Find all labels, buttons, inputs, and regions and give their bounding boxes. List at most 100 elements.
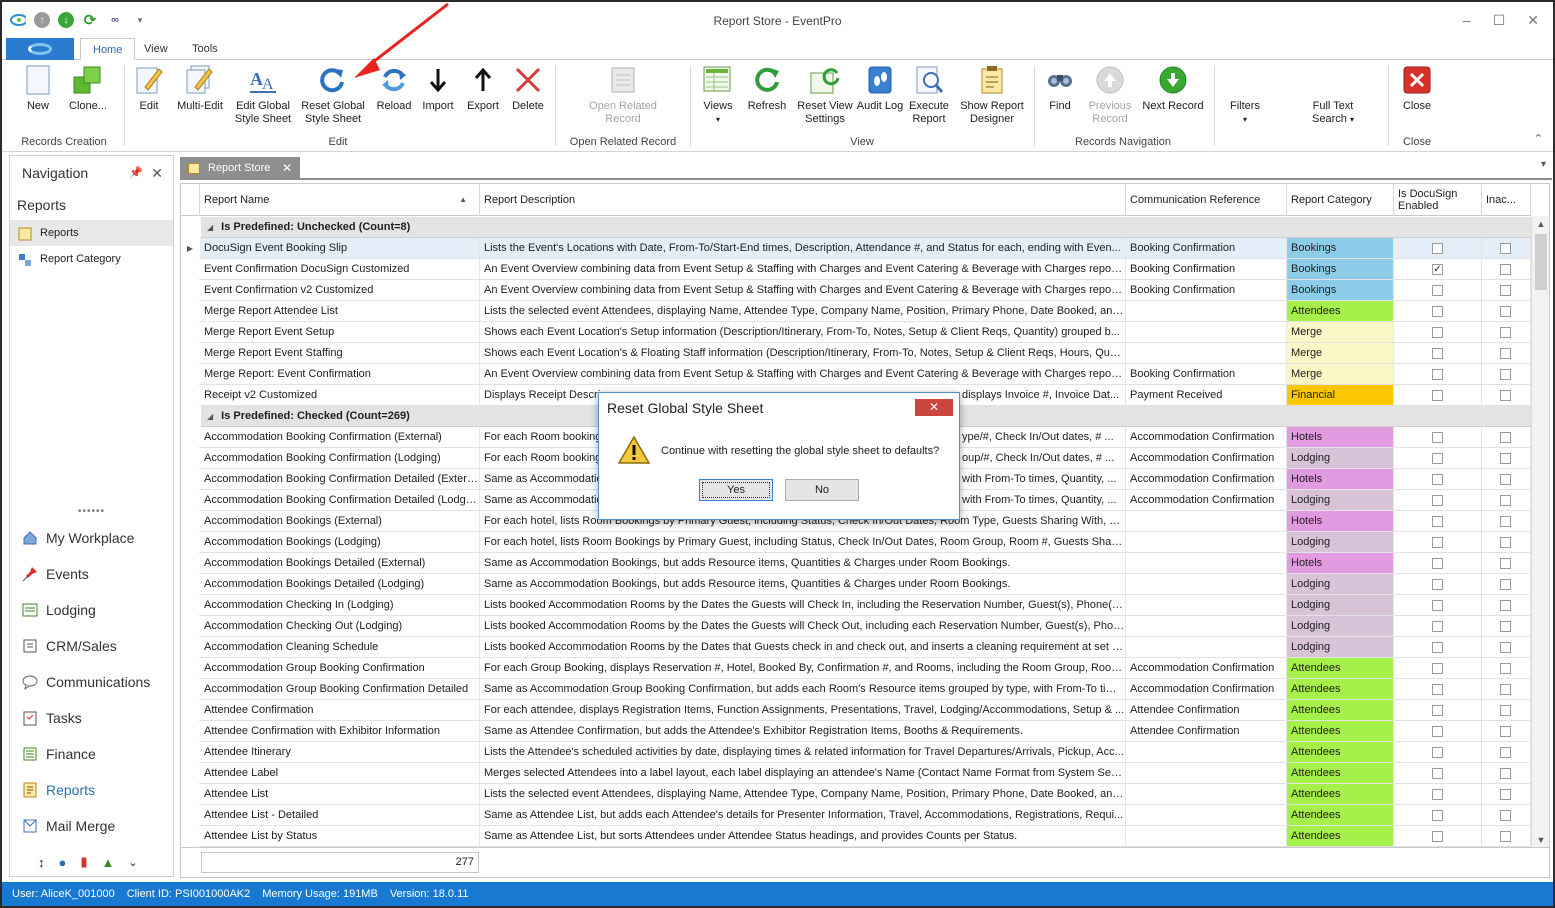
inactive-checkbox[interactable]: [1500, 810, 1511, 821]
docusign-checkbox[interactable]: [1432, 516, 1443, 527]
sort-arrows-icon[interactable]: ↕: [38, 855, 45, 870]
table-row[interactable]: Attendee List by Status Same as Attendee …: [181, 826, 1531, 847]
vertical-scrollbar[interactable]: ▲ ▼: [1531, 216, 1549, 847]
docusign-checkbox[interactable]: [1432, 621, 1443, 632]
docusign-checkbox[interactable]: [1432, 558, 1443, 569]
inactive-checkbox[interactable]: [1500, 264, 1511, 275]
column-communication-reference[interactable]: Communication Reference: [1126, 184, 1287, 216]
table-row[interactable]: ▶ DocuSign Event Booking Slip Lists the Ev…: [181, 238, 1531, 259]
tab-home[interactable]: Home: [80, 38, 136, 60]
table-row[interactable]: Event Confirmation v2 Customized An Event…: [181, 280, 1531, 301]
docusign-checkbox[interactable]: [1432, 642, 1443, 653]
refresh-button[interactable]: Refresh: [737, 64, 797, 113]
table-row[interactable]: Merge Report Event Setup Shows each Event…: [181, 322, 1531, 343]
docusign-checkbox[interactable]: [1432, 810, 1443, 821]
execute-report-button[interactable]: Execute Report: [899, 64, 959, 126]
clone-button[interactable]: Clone...: [58, 64, 118, 113]
show-report-designer-button[interactable]: Show Report Designer: [957, 64, 1027, 126]
docusign-checkbox[interactable]: [1432, 684, 1443, 695]
docusign-checkbox[interactable]: [1432, 747, 1443, 758]
no-button[interactable]: No: [785, 479, 859, 501]
close-button[interactable]: Close: [1387, 64, 1447, 113]
docusign-checkbox[interactable]: [1432, 453, 1443, 464]
docusign-checkbox[interactable]: [1432, 537, 1443, 548]
inactive-checkbox[interactable]: [1500, 390, 1511, 401]
module-lodging[interactable]: Lodging: [10, 592, 173, 628]
column-report-category[interactable]: Report Category: [1287, 184, 1394, 216]
inactive-checkbox[interactable]: [1500, 369, 1511, 380]
inactive-checkbox[interactable]: [1500, 600, 1511, 611]
inactive-checkbox[interactable]: [1500, 705, 1511, 716]
docusign-checkbox[interactable]: [1432, 327, 1443, 338]
inactive-checkbox[interactable]: [1500, 621, 1511, 632]
collapse-group-icon[interactable]: ◢: [207, 223, 213, 232]
inactive-checkbox[interactable]: [1500, 432, 1511, 443]
reset-global-style-sheet-button[interactable]: Reset Global Style Sheet: [298, 64, 368, 126]
scroll-down-icon[interactable]: ▼: [1532, 832, 1549, 847]
nav-item-report-category[interactable]: Report Category: [10, 246, 173, 272]
table-row[interactable]: Attendee Confirmation with Exhibitor Inf…: [181, 721, 1531, 742]
module-reports[interactable]: Reports: [10, 772, 173, 808]
filters-button[interactable]: Filters ▾: [1215, 100, 1275, 126]
module-tasks[interactable]: Tasks: [10, 700, 173, 736]
minimize-icon[interactable]: –: [1463, 12, 1471, 29]
edit-global-style-sheet-button[interactable]: AA Edit Global Style Sheet: [228, 64, 298, 126]
column-is-docusign-enabled[interactable]: Is DocuSign Enabled: [1394, 184, 1482, 216]
table-row[interactable]: Accommodation Checking Out (Lodging) List…: [181, 616, 1531, 637]
table-row[interactable]: Attendee Itinerary Lists the Attendee's s…: [181, 742, 1531, 763]
previous-record-button[interactable]: Previous Record: [1080, 64, 1140, 126]
docusign-checkbox[interactable]: [1432, 474, 1443, 485]
docusign-checkbox[interactable]: [1432, 432, 1443, 443]
inactive-checkbox[interactable]: [1500, 495, 1511, 506]
module-events[interactable]: Events: [10, 556, 173, 592]
docusign-checkbox[interactable]: [1432, 726, 1443, 737]
inactive-checkbox[interactable]: [1500, 789, 1511, 800]
table-row[interactable]: Accommodation Bookings Detailed (Externa…: [181, 553, 1531, 574]
file-menu-button[interactable]: [6, 38, 74, 60]
scroll-thumb[interactable]: [1535, 234, 1547, 290]
table-row[interactable]: Merge Report Event Staffing Shows each Ev…: [181, 343, 1531, 364]
open-related-record-button[interactable]: Open Related Record: [582, 64, 664, 126]
next-record-button[interactable]: Next Record: [1140, 64, 1206, 113]
table-row[interactable]: Merge Report Attendee List Lists the sele…: [181, 301, 1531, 322]
inactive-checkbox[interactable]: [1500, 579, 1511, 590]
inactive-checkbox[interactable]: [1500, 348, 1511, 359]
close-pane-icon[interactable]: ✕: [151, 156, 163, 190]
inactive-checkbox[interactable]: [1500, 306, 1511, 317]
inactive-checkbox[interactable]: [1500, 474, 1511, 485]
delete-button[interactable]: Delete: [498, 64, 558, 113]
group-row[interactable]: ◢ Is Predefined: Unchecked (Count=8): [201, 217, 1531, 238]
docusign-checkbox[interactable]: [1432, 369, 1443, 380]
docusign-checkbox[interactable]: [1432, 579, 1443, 590]
inactive-checkbox[interactable]: [1500, 768, 1511, 779]
module-my-workplace[interactable]: My Workplace: [10, 520, 173, 556]
collapse-ribbon-icon[interactable]: ⌃: [1534, 132, 1543, 145]
inactive-checkbox[interactable]: [1500, 642, 1511, 653]
inactive-checkbox[interactable]: [1500, 558, 1511, 569]
inactive-checkbox[interactable]: [1500, 537, 1511, 548]
globe-icon[interactable]: ●: [59, 855, 67, 870]
table-row[interactable]: Merge Report: Event Confirmation An Event…: [181, 364, 1531, 385]
inactive-checkbox[interactable]: [1500, 327, 1511, 338]
table-row[interactable]: Accommodation Group Booking Confirmation…: [181, 679, 1531, 700]
inactive-checkbox[interactable]: [1500, 285, 1511, 296]
inactive-checkbox[interactable]: [1500, 453, 1511, 464]
close-tab-icon[interactable]: ✕: [282, 157, 292, 180]
multi-edit-button[interactable]: Multi-Edit: [170, 64, 230, 113]
table-row[interactable]: Accommodation Cleaning Schedule Lists boo…: [181, 637, 1531, 658]
module-crm-sales[interactable]: CRM/Sales: [10, 628, 173, 664]
dialog-close-button[interactable]: ✕: [915, 399, 953, 416]
yes-button[interactable]: Yes: [699, 479, 773, 501]
docusign-checkbox[interactable]: [1432, 768, 1443, 779]
module-finance[interactable]: Finance: [10, 736, 173, 772]
tab-view[interactable]: View: [132, 38, 180, 60]
docusign-checkbox[interactable]: [1432, 285, 1443, 296]
docusign-checkbox[interactable]: [1432, 705, 1443, 716]
splitter-grip[interactable]: ••••••: [10, 506, 173, 517]
docusign-checkbox[interactable]: [1432, 831, 1443, 842]
column-report-name[interactable]: Report Name ▲: [200, 184, 480, 216]
table-row[interactable]: Attendee Label Merges selected Attendees …: [181, 763, 1531, 784]
inactive-checkbox[interactable]: [1500, 243, 1511, 254]
table-row[interactable]: Accommodation Bookings Detailed (Lodging…: [181, 574, 1531, 595]
table-row[interactable]: Accommodation Group Booking Confirmation…: [181, 658, 1531, 679]
